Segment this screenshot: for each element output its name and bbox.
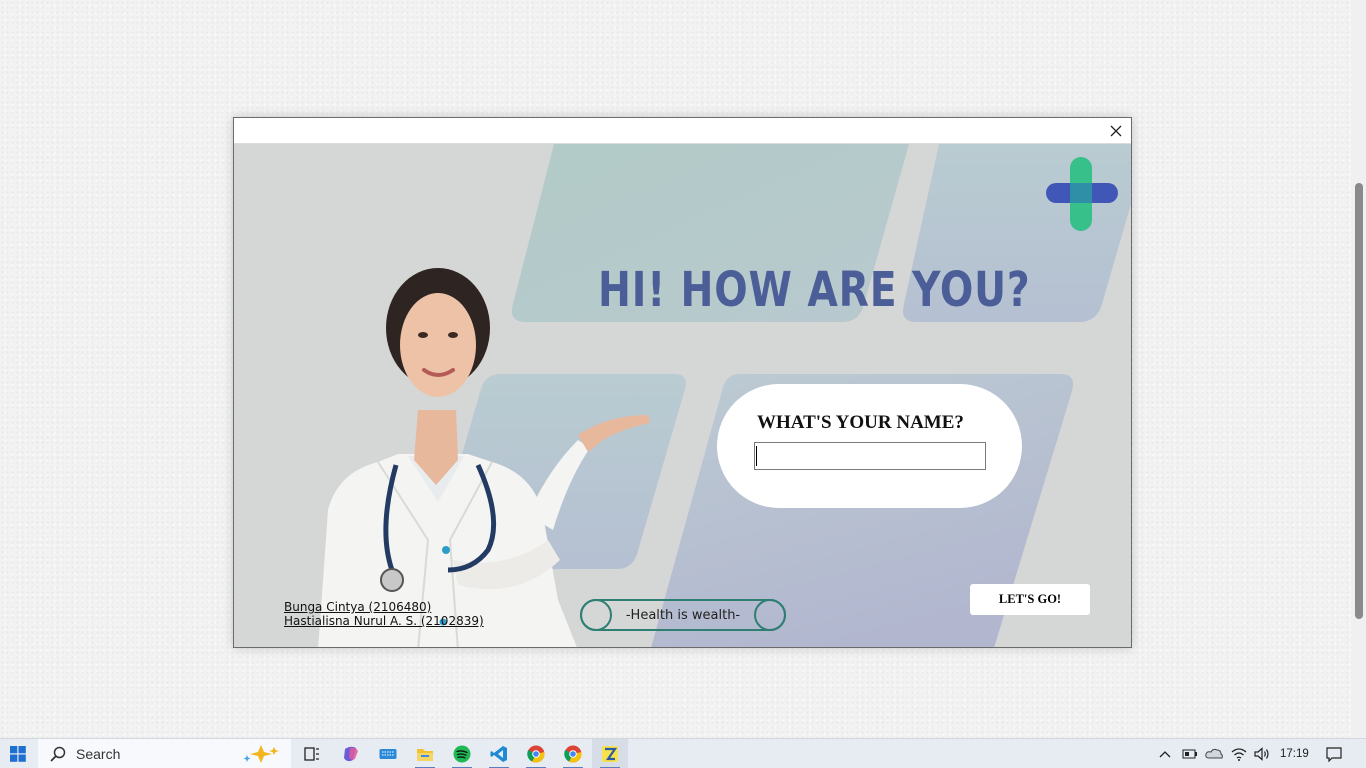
taskbar-copilot[interactable] xyxy=(334,739,368,768)
task-view-button[interactable] xyxy=(296,739,328,768)
close-icon xyxy=(1110,125,1122,137)
lets-go-button[interactable]: LET'S GO! xyxy=(970,584,1090,615)
credit-line[interactable]: Bunga Cintya (2106480) xyxy=(284,600,484,614)
onedrive-icon xyxy=(1205,748,1223,759)
task-view-icon xyxy=(304,747,319,761)
spotify-icon xyxy=(453,745,471,763)
motto-right-cap xyxy=(754,599,786,631)
taskbar-spotify[interactable] xyxy=(445,739,479,768)
tray-wifi[interactable] xyxy=(1229,739,1249,768)
name-card: WHAT'S YOUR NAME? xyxy=(717,384,1022,508)
taskbar-search[interactable]: Search xyxy=(38,739,291,768)
battery-icon xyxy=(1182,749,1197,759)
vscode-icon xyxy=(490,746,507,762)
name-input[interactable] xyxy=(754,442,986,470)
motto-left-cap xyxy=(580,599,612,631)
tray-onedrive[interactable] xyxy=(1203,739,1225,768)
name-prompt-label: WHAT'S YOUR NAME? xyxy=(757,412,964,433)
windows-start-icon xyxy=(10,746,26,762)
taskbar-vscode[interactable] xyxy=(482,739,516,768)
volume-icon xyxy=(1254,747,1269,761)
page-scrollbar[interactable] xyxy=(1352,0,1366,738)
start-button[interactable] xyxy=(0,739,36,768)
dialog-content: HI! HOW ARE YOU? WHAT'S YOUR NAME? -Heal… xyxy=(234,144,1131,647)
dialog-titlebar[interactable] xyxy=(234,118,1131,144)
search-placeholder: Search xyxy=(76,746,121,762)
credit-line[interactable]: Hastialisna Nurul A. S. (2102839) xyxy=(284,614,484,628)
taskbar-chrome[interactable] xyxy=(519,739,553,768)
notification-icon xyxy=(1326,747,1342,762)
taskbar-clock[interactable]: 17:19 xyxy=(1280,739,1309,768)
welcome-dialog: HI! HOW ARE YOU? WHAT'S YOUR NAME? -Heal… xyxy=(233,117,1132,648)
chrome-icon xyxy=(527,745,545,763)
chevron-up-icon xyxy=(1159,751,1171,758)
motto-badge: -Health is wealth- xyxy=(580,599,786,631)
taskbar: Search 17:19 xyxy=(0,738,1366,768)
tray-overflow[interactable] xyxy=(1156,739,1174,768)
taskbar-python-app[interactable] xyxy=(592,739,628,768)
tray-volume[interactable] xyxy=(1252,739,1272,768)
tray-battery[interactable] xyxy=(1180,739,1200,768)
search-icon xyxy=(50,746,66,762)
chrome-icon xyxy=(564,745,582,763)
file-explorer-icon xyxy=(417,749,433,761)
taskbar-keyboard[interactable] xyxy=(371,739,405,768)
python-app-icon xyxy=(602,746,618,762)
doctor-illustration xyxy=(318,268,650,647)
motto-text: -Health is wealth- xyxy=(625,607,741,623)
credits: Bunga Cintya (2106480) Hastialisna Nurul… xyxy=(284,600,484,628)
notification-center[interactable] xyxy=(1320,739,1348,768)
scroll-thumb[interactable] xyxy=(1355,183,1363,619)
medical-cross-logo xyxy=(1046,157,1118,231)
text-caret xyxy=(756,446,757,466)
taskbar-file-explorer[interactable] xyxy=(408,739,442,768)
keyboard-icon xyxy=(379,749,397,759)
close-button[interactable] xyxy=(1101,118,1131,144)
taskbar-chrome[interactable] xyxy=(556,739,590,768)
wifi-icon xyxy=(1231,748,1247,761)
copilot-sparkle-icon xyxy=(243,745,279,763)
copilot-icon xyxy=(344,746,358,762)
